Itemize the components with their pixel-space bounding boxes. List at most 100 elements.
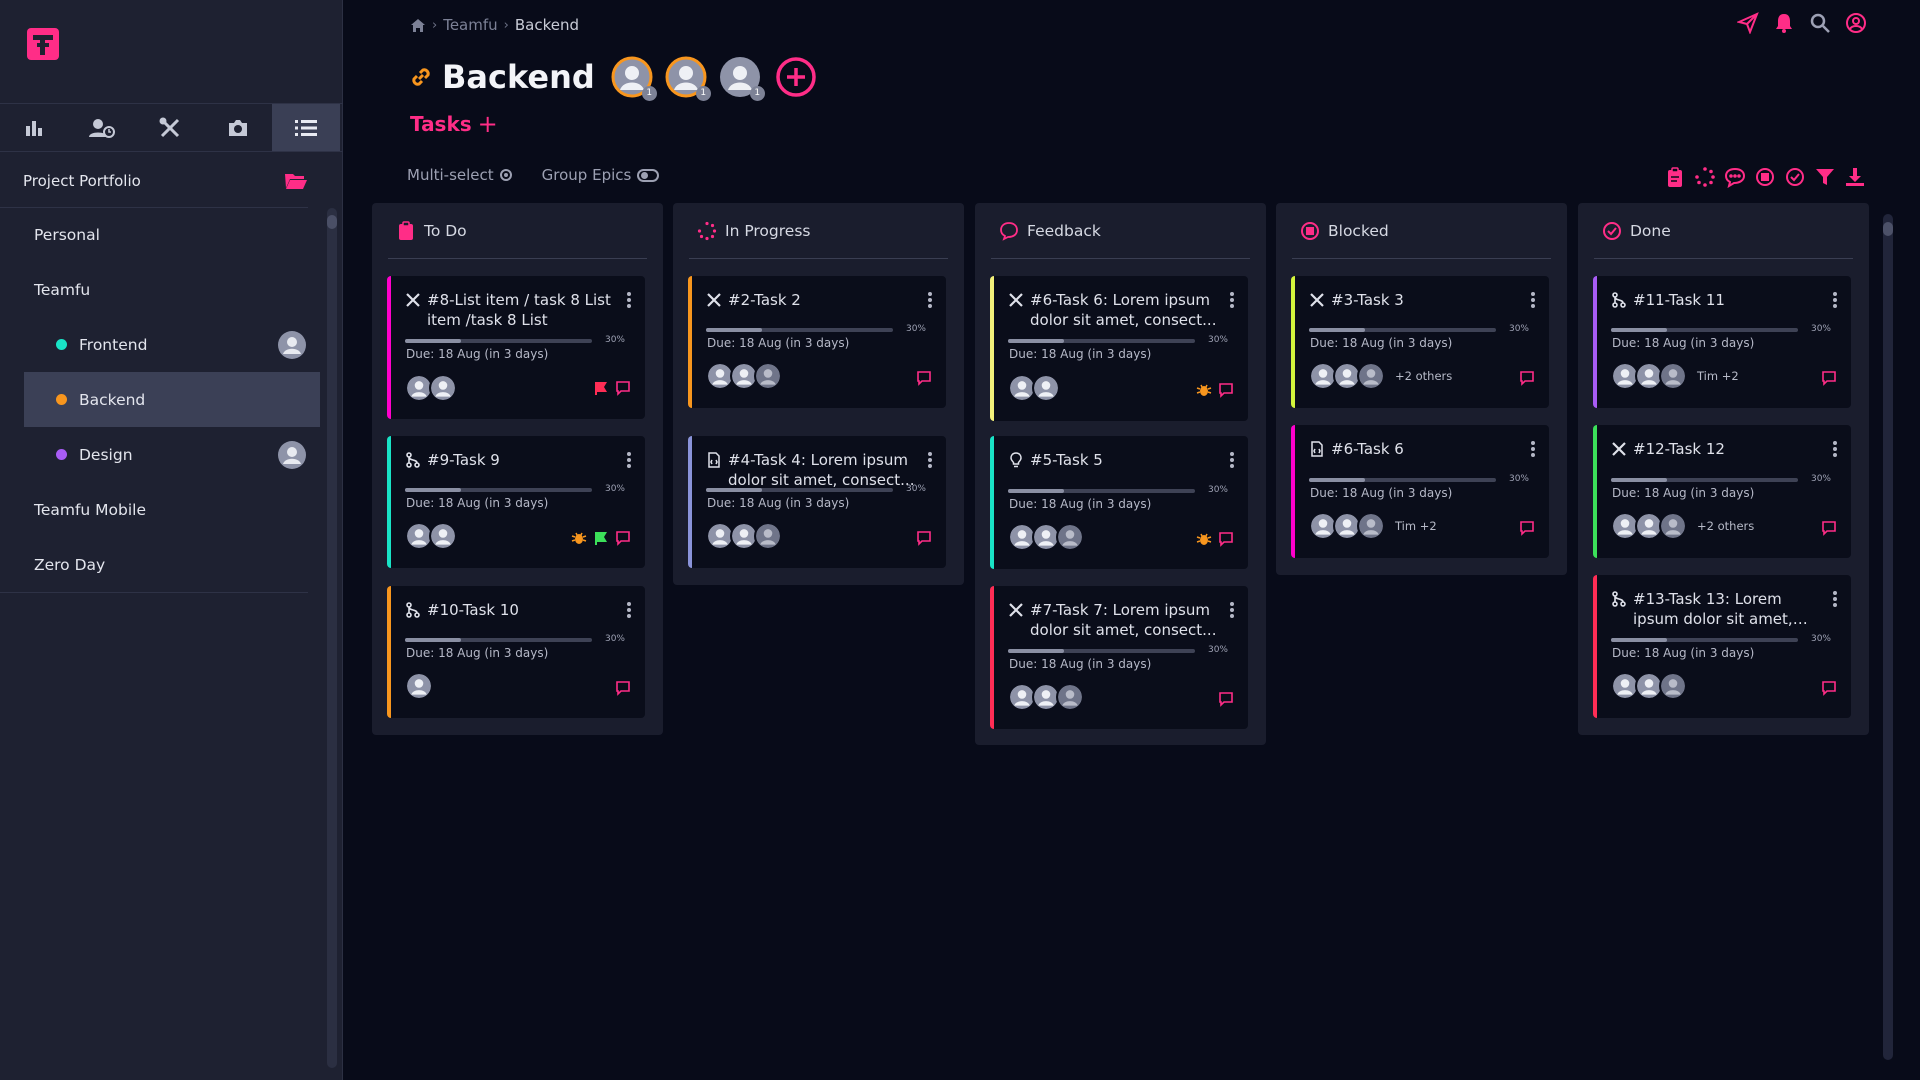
tab-camera[interactable] xyxy=(204,104,272,151)
avatar[interactable] xyxy=(754,362,782,390)
search-icon[interactable] xyxy=(1809,12,1831,34)
comment-icon[interactable] xyxy=(916,530,932,546)
more-options-icon[interactable] xyxy=(1230,292,1234,308)
avatar[interactable] xyxy=(1659,672,1687,700)
clipboard-icon[interactable] xyxy=(1664,166,1686,188)
avatar[interactable] xyxy=(1357,512,1385,540)
others-count[interactable]: +2 others xyxy=(1395,369,1452,383)
project-portfolio[interactable]: Project Portfolio xyxy=(23,166,308,196)
more-options-icon[interactable] xyxy=(1531,292,1535,308)
more-options-icon[interactable] xyxy=(928,452,932,468)
tab-list[interactable] xyxy=(272,104,340,151)
comment-icon[interactable] xyxy=(1218,382,1234,398)
tab-tools[interactable] xyxy=(136,104,204,151)
folder-open-icon[interactable] xyxy=(284,171,308,191)
more-options-icon[interactable] xyxy=(928,292,932,308)
others-count[interactable]: Tim +2 xyxy=(1697,369,1739,383)
task-card[interactable]: #9-Task 9 30% Due: 18 Aug (in 3 days) xyxy=(387,436,645,568)
home-icon[interactable] xyxy=(410,18,426,33)
more-options-icon[interactable] xyxy=(1833,441,1837,457)
flag-icon[interactable] xyxy=(593,530,609,546)
comment-icon[interactable] xyxy=(1218,691,1234,707)
sidebar-item-zero-day[interactable]: Zero Day xyxy=(24,537,320,592)
bug-icon[interactable] xyxy=(1196,382,1212,398)
avatar[interactable] xyxy=(1659,362,1687,390)
task-card[interactable]: #2-Task 2 30% Due: 18 Aug (in 3 days) xyxy=(688,276,946,408)
multiselect-toggle[interactable] xyxy=(499,169,512,181)
comment-icon[interactable] xyxy=(615,680,631,696)
sidebar-item-backend[interactable]: Backend xyxy=(24,372,320,427)
avatar[interactable] xyxy=(754,522,782,550)
comment-icon[interactable] xyxy=(916,370,932,386)
sidebar-scrollbar-thumb[interactable] xyxy=(327,215,337,229)
task-card[interactable]: #4-Task 4: Lorem ipsum dolor sit amet, c… xyxy=(688,436,946,568)
task-card[interactable]: #11-Task 11 30% Due: 18 Aug (in 3 days) … xyxy=(1593,276,1851,408)
bug-icon[interactable] xyxy=(1196,531,1212,547)
avatar[interactable] xyxy=(429,374,457,402)
avatar[interactable] xyxy=(429,522,457,550)
teamfu-logo[interactable] xyxy=(25,26,61,62)
avatar[interactable] xyxy=(1357,362,1385,390)
more-options-icon[interactable] xyxy=(1531,441,1535,457)
comment-icon[interactable] xyxy=(1218,531,1234,547)
sidebar-item-teamfu-mobile[interactable]: Teamfu Mobile xyxy=(24,482,320,537)
tab-people[interactable] xyxy=(68,104,136,151)
member-avatar[interactable]: 1 xyxy=(719,56,765,101)
bug-icon[interactable] xyxy=(571,530,587,546)
task-card[interactable]: #7-Task 7: Lorem ipsum dolor sit amet, c… xyxy=(990,586,1248,729)
task-card[interactable]: #5-Task 5 30% Due: 18 Aug (in 3 days) xyxy=(990,436,1248,569)
comment-icon[interactable] xyxy=(1821,680,1837,696)
check-circle-icon[interactable] xyxy=(1784,166,1806,188)
avatar[interactable] xyxy=(1056,683,1084,711)
breadcrumb-item[interactable]: Teamfu xyxy=(443,16,497,34)
more-options-icon[interactable] xyxy=(1230,602,1234,618)
avatar[interactable] xyxy=(1659,512,1687,540)
send-icon[interactable] xyxy=(1735,12,1759,35)
filter-icon[interactable] xyxy=(1814,166,1836,188)
task-card[interactable]: #12-Task 12 30% Due: 18 Aug (in 3 days) … xyxy=(1593,425,1851,558)
member-avatar[interactable]: 1 xyxy=(665,56,711,101)
chat-icon[interactable] xyxy=(1724,166,1746,189)
avatar[interactable] xyxy=(405,672,433,700)
task-card[interactable]: #13-Task 13: Lorem ipsum dolor sit amet,… xyxy=(1593,575,1851,718)
more-options-icon[interactable] xyxy=(627,452,631,468)
comment-icon[interactable] xyxy=(1519,520,1535,536)
more-options-icon[interactable] xyxy=(1833,591,1837,607)
task-card[interactable]: #10-Task 10 30% Due: 18 Aug (in 3 days) xyxy=(387,586,645,718)
task-card[interactable]: #8-List item / task 8 List item /task 8 … xyxy=(387,276,645,419)
more-options-icon[interactable] xyxy=(1230,452,1234,468)
sidebar-item-personal[interactable]: Personal xyxy=(24,207,320,262)
avatar[interactable] xyxy=(1032,374,1060,402)
task-card[interactable]: #6-Task 6 30% Due: 18 Aug (in 3 days) Ti… xyxy=(1291,425,1549,558)
avatar[interactable] xyxy=(1056,523,1084,551)
member-avatar[interactable]: 1 xyxy=(611,56,657,101)
board-scrollbar[interactable] xyxy=(1883,214,1893,1060)
task-card[interactable]: #6-Task 6: Lorem ipsum dolor sit amet, c… xyxy=(990,276,1248,421)
download-icon[interactable] xyxy=(1844,166,1866,188)
group-epics-switch[interactable] xyxy=(637,168,660,182)
comment-icon[interactable] xyxy=(1519,370,1535,386)
more-options-icon[interactable] xyxy=(627,292,631,308)
task-card[interactable]: #3-Task 3 30% Due: 18 Aug (in 3 days) +2… xyxy=(1291,276,1549,408)
spinner-icon[interactable] xyxy=(1694,166,1716,188)
tasks-add-button[interactable]: Tasks + xyxy=(410,110,498,138)
more-options-icon[interactable] xyxy=(1833,292,1837,308)
user-circle-icon[interactable] xyxy=(1845,12,1867,34)
sidebar-scrollbar[interactable] xyxy=(327,208,337,1068)
stop-icon[interactable] xyxy=(1754,166,1776,188)
comment-icon[interactable] xyxy=(615,530,631,546)
tab-charts[interactable] xyxy=(0,104,68,151)
sidebar-item-design[interactable]: Design xyxy=(24,427,320,482)
sidebar-item-frontend[interactable]: Frontend xyxy=(24,317,320,372)
comment-icon[interactable] xyxy=(1821,370,1837,386)
add-member-button[interactable] xyxy=(775,56,817,98)
bell-icon[interactable] xyxy=(1773,12,1795,34)
more-options-icon[interactable] xyxy=(627,602,631,618)
others-count[interactable]: +2 others xyxy=(1697,519,1754,533)
comment-icon[interactable] xyxy=(1821,520,1837,536)
board-scrollbar-thumb[interactable] xyxy=(1883,222,1893,236)
sidebar-item-teamfu[interactable]: Teamfu xyxy=(24,262,320,317)
flag-icon[interactable] xyxy=(593,380,609,396)
comment-icon[interactable] xyxy=(615,380,631,396)
others-count[interactable]: Tim +2 xyxy=(1395,519,1437,533)
